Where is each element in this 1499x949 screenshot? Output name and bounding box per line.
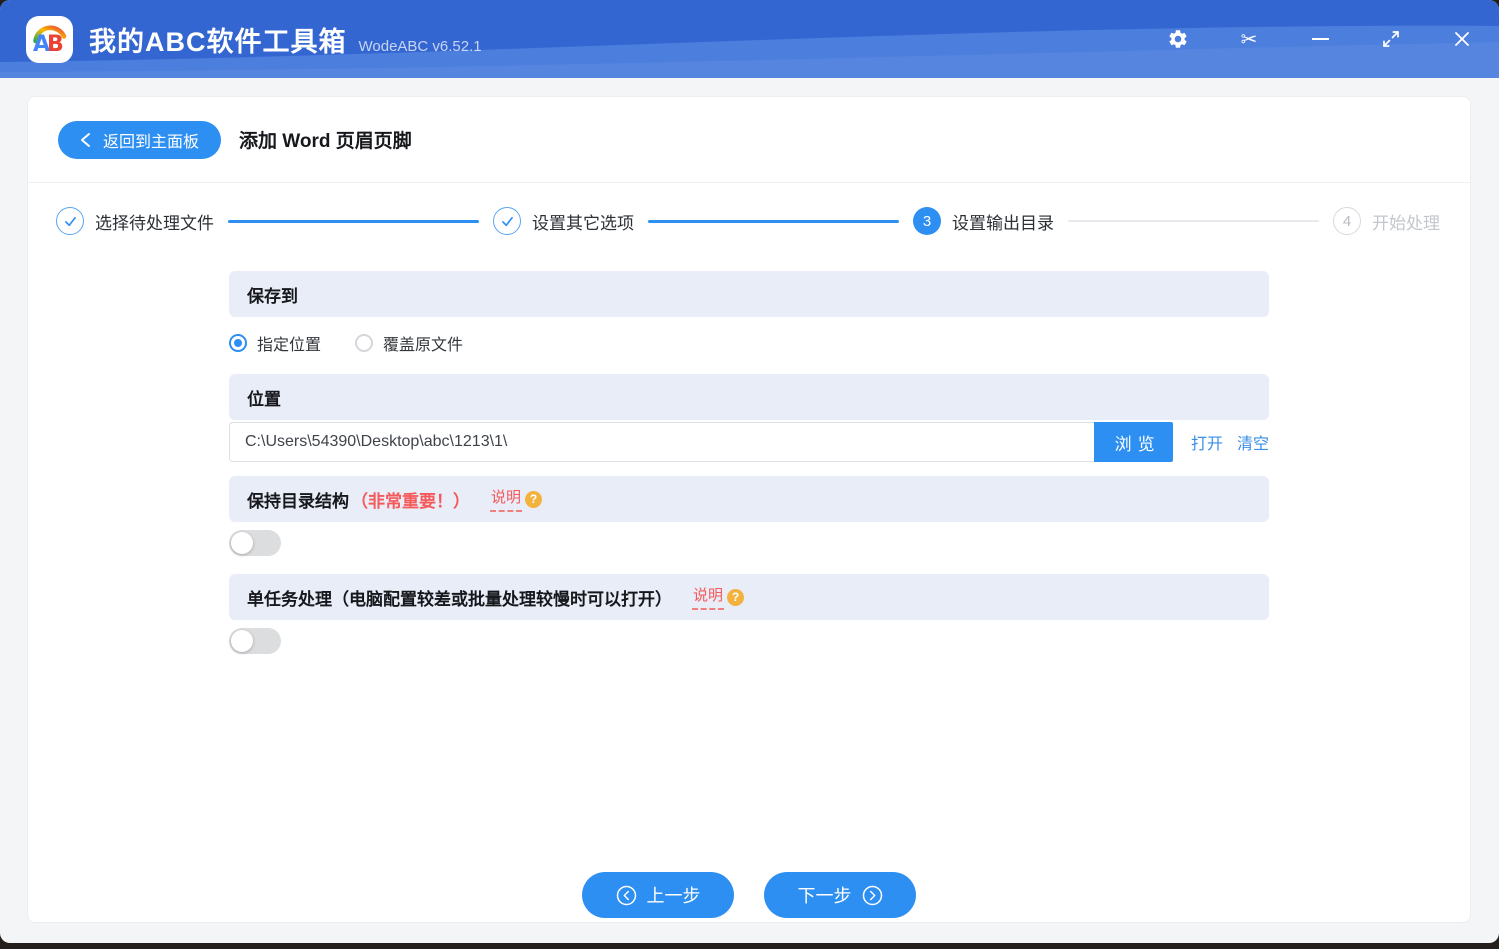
main-panel: 返回到主面板 添加 Word 页眉页脚 选择待处理文件 设置其它选项 3 设置输… — [27, 96, 1471, 923]
titlebar: A B 我的ABC软件工具箱 WodeABC v6.52.1 ✂ — [0, 0, 1499, 78]
location-title: 位置 — [247, 389, 281, 409]
next-step-button[interactable]: 下一步 — [764, 872, 916, 918]
toggle-knob — [231, 630, 253, 652]
single-task-section-header: 单任务处理（电脑配置较差或批量处理较慢时可以打开） 说明 ? — [229, 574, 1269, 620]
circle-arrow-left-icon — [616, 885, 636, 905]
single-task-title: 单任务处理（电脑配置较差或批量处理较慢时可以打开） — [247, 589, 672, 609]
clear-path-link[interactable]: 清空 — [1237, 430, 1269, 454]
keep-structure-toggle-off[interactable] — [229, 530, 281, 556]
back-button-label: 返回到主面板 — [103, 133, 200, 151]
single-task-help-link[interactable]: 说明 — [692, 584, 725, 610]
step-connector — [648, 219, 899, 223]
minimize-icon[interactable] — [1307, 26, 1333, 52]
radio-selected-icon — [229, 334, 247, 352]
close-icon[interactable] — [1449, 26, 1475, 52]
step-number-badge: 4 — [1333, 207, 1361, 235]
keep-structure-help-link[interactable]: 说明 — [490, 486, 523, 512]
step-select-files: 选择待处理文件 — [56, 207, 214, 235]
step-done-check-icon — [56, 207, 84, 235]
step-connector — [228, 219, 479, 223]
chevron-left-icon — [81, 132, 90, 147]
maximize-icon[interactable] — [1378, 26, 1404, 52]
important-note: （非常重要！） — [351, 491, 470, 511]
app-window: A B 我的ABC软件工具箱 WodeABC v6.52.1 ✂ 返回到主面板 … — [0, 0, 1499, 943]
step-done-check-icon — [493, 207, 521, 235]
keep-structure-title: 保持目录结构 — [247, 491, 349, 511]
keep-structure-section-header: 保持目录结构 （非常重要！） 说明 ? — [229, 476, 1269, 522]
question-mark-icon[interactable]: ? — [727, 588, 745, 606]
wizard-nav: 上一步 下一步 — [28, 872, 1470, 918]
question-mark-icon[interactable]: ? — [525, 490, 543, 508]
step-label: 设置输出目录 — [952, 213, 1054, 233]
location-section-header: 位置 — [229, 374, 1269, 420]
output-path-input[interactable] — [229, 422, 1095, 462]
location-path-row: 浏览 打开 清空 — [229, 422, 1269, 462]
radio-label: 指定位置 — [257, 337, 322, 354]
circle-arrow-right-icon — [862, 885, 882, 905]
page-title: 添加 Word 页眉页脚 — [239, 131, 412, 152]
radio-unselected-icon — [355, 334, 374, 352]
step-label: 设置其它选项 — [532, 213, 634, 233]
toggle-knob — [231, 532, 253, 554]
browse-button[interactable]: 浏览 — [1094, 422, 1173, 462]
save-to-radio-group: 指定位置 覆盖原文件 — [229, 330, 1269, 356]
step-start-processing: 4 开始处理 — [1333, 207, 1440, 235]
app-title: 我的ABC软件工具箱 — [89, 26, 347, 57]
step-number-badge: 3 — [913, 207, 941, 235]
step-set-output-dir: 3 设置输出目录 — [913, 207, 1054, 235]
next-step-label: 下一步 — [797, 886, 852, 906]
back-to-dashboard-button[interactable]: 返回到主面板 — [58, 120, 222, 159]
step-set-options: 设置其它选项 — [493, 207, 634, 235]
panel-header: 返回到主面板 添加 Word 页眉页脚 — [28, 97, 1470, 183]
screenshot-scissors-icon[interactable]: ✂ — [1236, 26, 1262, 52]
radio-overwrite-original[interactable]: 覆盖原文件 — [355, 331, 463, 355]
radio-specified-location[interactable]: 指定位置 — [229, 331, 321, 355]
single-task-toggle-off[interactable] — [229, 628, 281, 654]
step-connector — [1068, 220, 1319, 222]
window-controls: ✂ — [1165, 0, 1475, 78]
wizard-stepper: 选择待处理文件 设置其它选项 3 设置输出目录 4 开始处理 — [28, 183, 1470, 249]
radio-label: 覆盖原文件 — [383, 337, 464, 354]
app-version: WodeABC v6.52.1 — [358, 37, 482, 55]
open-folder-link[interactable]: 打开 — [1191, 430, 1223, 454]
save-to-title: 保存到 — [247, 286, 298, 306]
step-label: 选择待处理文件 — [95, 213, 214, 233]
settings-gear-icon[interactable] — [1165, 26, 1191, 52]
prev-step-label: 上一步 — [646, 886, 701, 906]
output-settings-form: 保存到 指定位置 覆盖原文件 位置 浏览 打开 清空 — [229, 271, 1269, 654]
step-label: 开始处理 — [1372, 213, 1440, 233]
save-to-section-header: 保存到 — [229, 271, 1269, 317]
prev-step-button[interactable]: 上一步 — [582, 872, 734, 918]
svg-text:B: B — [47, 32, 64, 57]
app-logo: A B — [26, 15, 73, 63]
